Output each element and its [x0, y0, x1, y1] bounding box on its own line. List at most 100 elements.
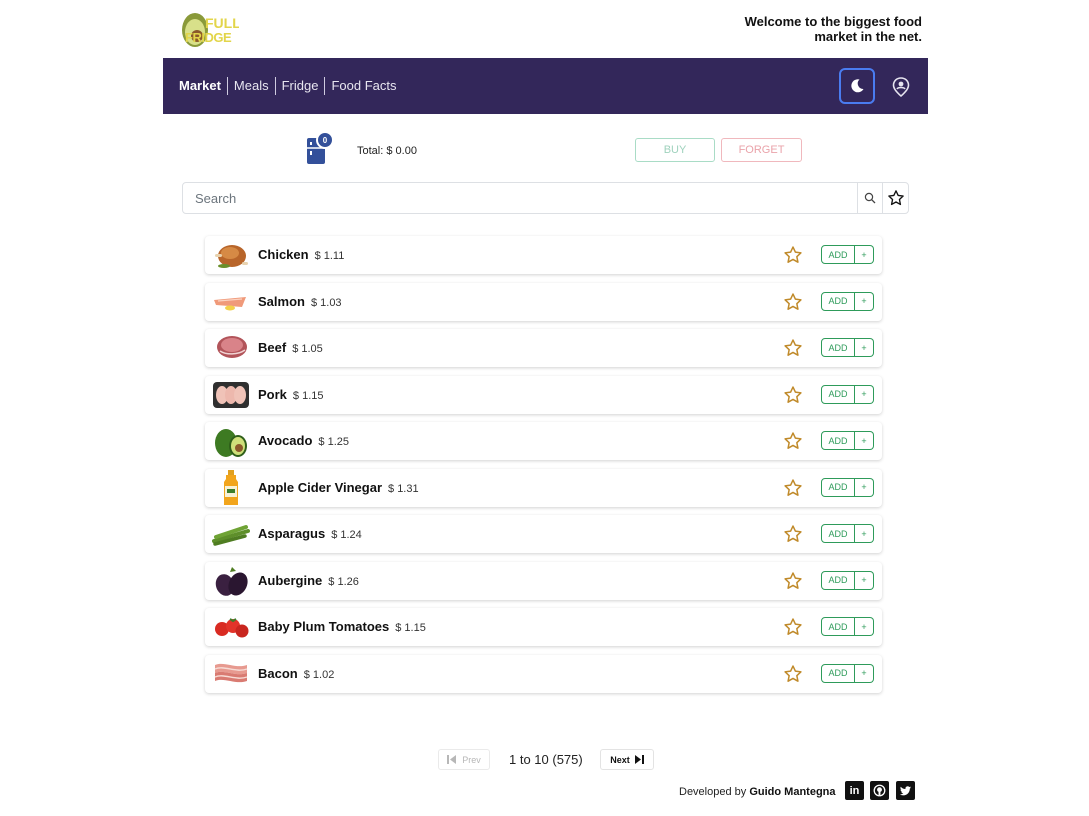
product-item: Salmon $ 1.03 ADD +	[205, 282, 882, 321]
product-price: $ 1.03	[310, 296, 342, 309]
product-price: $ 1.15	[292, 389, 324, 402]
favorite-star-icon[interactable]	[783, 524, 803, 544]
add-controls: ADD +	[821, 384, 874, 404]
cart-count-badge: 0	[316, 131, 334, 149]
add-controls: ADD +	[821, 524, 874, 543]
add-controls: ADD +	[821, 245, 874, 264]
asparagus-icon	[212, 525, 250, 546]
product-price: $ 1.26	[328, 575, 359, 588]
moon-icon	[851, 79, 864, 93]
product-list: Chicken $ 1.11 ADD + Salmon $ 1.03 ADD + B…	[205, 236, 882, 701]
product-price: $ 1.25	[318, 436, 350, 448]
fridge-cart[interactable]: 0	[306, 131, 336, 164]
product-name: Aubergine $ 1.26	[258, 572, 359, 588]
product-item: Aubergine $ 1.26 ADD +	[205, 561, 882, 600]
nav-item-meals[interactable]: Meals	[226, 77, 275, 95]
forget-button[interactable]: FORGET	[721, 138, 802, 162]
product-item: Pork $ 1.15 ADD +	[205, 375, 882, 414]
prev-label: Prev	[462, 754, 481, 765]
favorite-star-icon[interactable]	[783, 338, 803, 358]
github-mark	[873, 784, 886, 797]
product-name: Pork $ 1.15	[258, 386, 324, 402]
tomatoes-icon	[215, 618, 249, 638]
prev-page-button[interactable]: Prev	[438, 749, 490, 770]
bacon-icon	[214, 663, 248, 682]
search-button[interactable]	[857, 182, 883, 214]
increment-button[interactable]: +	[855, 524, 874, 543]
add-button[interactable]: ADD	[821, 291, 855, 311]
add-button[interactable]: ADD	[821, 245, 855, 264]
add-button[interactable]: ADD	[821, 338, 855, 357]
svg-text:FULL: FULL	[205, 15, 239, 31]
star-icon	[887, 190, 904, 206]
theme-toggle-button[interactable]	[839, 68, 875, 104]
nav-item-market[interactable]: Market	[179, 77, 227, 95]
favorite-star-icon[interactable]	[783, 478, 803, 498]
github-icon[interactable]	[870, 781, 889, 800]
product-price: $ 1.31	[388, 482, 419, 495]
welcome-text: Welcome to the biggest food market in th…	[744, 14, 922, 44]
product-price: $ 1.05	[292, 343, 323, 355]
increment-button[interactable]: +	[855, 663, 874, 683]
user-menu-button[interactable]	[890, 76, 912, 98]
add-controls: ADD +	[821, 477, 874, 497]
skip-previous-icon	[447, 755, 457, 764]
search-input[interactable]	[182, 182, 858, 214]
favorite-star-icon[interactable]	[783, 245, 803, 265]
twitter-bird	[899, 785, 912, 795]
logo[interactable]: FULL FRIDGE	[175, 6, 241, 50]
add-button[interactable]: ADD	[821, 617, 855, 636]
add-controls: ADD +	[821, 617, 874, 636]
add-controls: ADD +	[821, 431, 874, 450]
product-name: Avocado $ 1.25	[258, 433, 350, 448]
add-controls: ADD +	[821, 291, 874, 311]
product-name: Asparagus $ 1.24	[258, 526, 362, 541]
increment-button[interactable]: +	[855, 291, 874, 311]
next-page-button[interactable]: Next	[600, 749, 654, 770]
add-button[interactable]: ADD	[821, 477, 855, 497]
add-button[interactable]: ADD	[821, 524, 855, 543]
add-button[interactable]: ADD	[821, 431, 855, 450]
favorite-star-icon[interactable]	[783, 617, 803, 637]
add-button[interactable]: ADD	[821, 570, 855, 590]
increment-button[interactable]: +	[855, 570, 874, 590]
beef-icon	[217, 336, 247, 358]
favorite-star-icon[interactable]	[783, 292, 803, 312]
favorite-star-icon[interactable]	[783, 571, 803, 591]
increment-button[interactable]: +	[855, 477, 874, 497]
increment-button[interactable]: +	[855, 338, 874, 357]
add-button[interactable]: ADD	[821, 384, 855, 404]
add-controls: ADD +	[821, 570, 874, 590]
increment-button[interactable]: +	[855, 431, 874, 450]
favorites-filter-button[interactable]	[882, 182, 909, 214]
increment-button[interactable]: +	[855, 245, 874, 264]
increment-button[interactable]: +	[855, 617, 874, 636]
twitter-icon[interactable]	[896, 781, 915, 800]
add-button[interactable]: ADD	[821, 663, 855, 683]
favorite-star-icon[interactable]	[783, 431, 803, 451]
nav-item-food-facts[interactable]: Food Facts	[324, 77, 402, 95]
linkedin-icon[interactable]: in	[845, 781, 864, 800]
skip-next-icon	[634, 755, 644, 764]
favorite-star-icon[interactable]	[783, 385, 803, 405]
chicken-icon	[215, 245, 248, 268]
product-price: $ 1.02	[303, 668, 335, 681]
product-price: $ 1.24	[331, 529, 362, 541]
header: FULL FRIDGE Welcome to the biggest food …	[163, 0, 928, 58]
nav-links: Market Meals Fridge Food Facts	[179, 58, 403, 114]
product-name: Beef $ 1.05	[258, 340, 323, 355]
product-name: Chicken $ 1.11	[258, 247, 345, 262]
footer-credit: Developed by Guido Mantegna	[679, 786, 836, 798]
search-icon	[864, 192, 876, 204]
favorite-star-icon[interactable]	[783, 664, 803, 684]
product-item: Chicken $ 1.11 ADD +	[205, 236, 882, 274]
increment-button[interactable]: +	[855, 384, 874, 404]
product-name: Salmon $ 1.03	[258, 293, 342, 309]
avocado-icon	[215, 429, 247, 457]
footer-prefix: Developed by	[679, 786, 747, 798]
salmon-icon	[214, 296, 246, 310]
buy-button[interactable]: BUY	[635, 138, 715, 162]
product-name: Bacon $ 1.02	[258, 665, 335, 681]
pork-icon	[213, 381, 249, 408]
nav-item-fridge[interactable]: Fridge	[274, 77, 325, 95]
